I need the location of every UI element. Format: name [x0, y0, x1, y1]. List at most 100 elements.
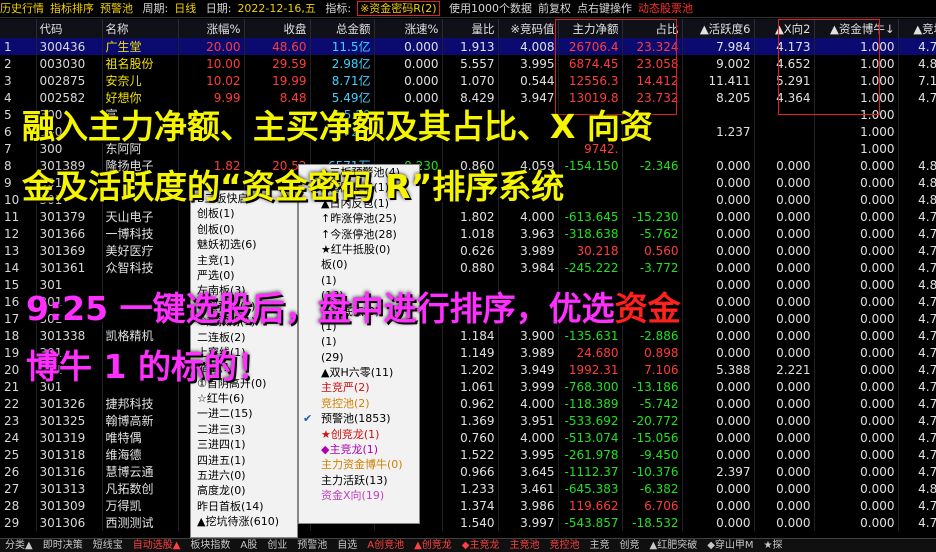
table-row[interactable]: 21 301 1.061 3.999 -768.300 -13.186 0.000 0.000…	[0, 378, 936, 395]
column-header[interactable]: 量比	[442, 19, 499, 38]
menu-item[interactable]: ☆红牛(6)	[191, 391, 297, 406]
sort-button[interactable]: 指标排序	[50, 2, 94, 15]
menu-item[interactable]: ↑今涨停池(28)	[299, 227, 419, 242]
menu-item[interactable]: 高度龙(0)	[191, 483, 297, 498]
table-row[interactable]: 18 301338 凯格精机 1.184 3.900 -135.631 -2.886 0.00…	[0, 327, 936, 344]
bottom-tab[interactable]: 自选	[332, 539, 362, 552]
bottom-tab[interactable]: 即时决策	[38, 539, 88, 552]
table-row[interactable]: 93010.0000.0000.0004.807	[0, 174, 936, 191]
menu-item[interactable]: 板(0)	[299, 257, 419, 272]
table-row[interactable]: 4 002582 好想你 9.99 8.48 5.49亿 0.000 8.429 3.947 13…	[0, 89, 936, 106]
column-header[interactable]: 收盘	[244, 19, 311, 38]
column-header[interactable]: ▲活跃度6	[682, 19, 755, 38]
bottom-tab[interactable]: ★探	[759, 539, 788, 552]
menu-item[interactable]: 昨日首板(14)	[191, 499, 297, 514]
menu-item[interactable]: 三进四(1)	[191, 437, 297, 452]
table-row[interactable]: 11 301379 天山电子 1.802 4.000 -613.645 -15.230 0.0…	[0, 208, 936, 225]
menu-item[interactable]: ①首阴高开(0)	[191, 376, 297, 391]
menu-item[interactable]: 二连板(2)	[191, 330, 297, 345]
table-row[interactable]: 173010.0000.0000.0004.736	[0, 310, 936, 327]
menu-item[interactable]: ★红牛抵股(0)	[299, 242, 419, 257]
column-header[interactable]: 主力净额	[558, 19, 623, 38]
menu-item[interactable]: 竞控池(2)	[299, 396, 419, 411]
column-header[interactable]: ▲资金博牛↓	[814, 19, 899, 38]
bottom-tab[interactable]: 竞控池	[545, 539, 585, 552]
menu-item[interactable]: (1)	[299, 273, 419, 288]
column-header[interactable]: ※竞码值	[498, 19, 559, 38]
bottom-tab[interactable]: A股	[235, 539, 262, 552]
menu-item[interactable]: 二进三(3)	[191, 422, 297, 437]
menu-item[interactable]: 主力资金博牛(0)	[299, 457, 419, 472]
table-row[interactable]: 25 301318 维海德 1.522 3.995 -261.978 -9.450 0.000…	[0, 446, 936, 463]
table-row[interactable]: 14 301361 众智科技 0.880 3.984 -245.222 -3.772 0.00…	[0, 259, 936, 276]
bottom-tab[interactable]: A创竞池	[362, 539, 409, 552]
bottom-tab[interactable]: 主竞	[585, 539, 615, 552]
menu-item[interactable]: (1)	[299, 319, 419, 334]
fq-label[interactable]: 前复权	[538, 2, 571, 15]
column-header[interactable]: 涨速%	[374, 19, 443, 38]
menu-item[interactable]: 一进二(15)	[191, 406, 297, 421]
table-row[interactable]: 103010.0000.0000.0004.816	[0, 191, 936, 208]
table-row[interactable]: 3 002875 安奈儿 10.02 19.99 8.71亿 0.000 1.070 0.544…	[0, 72, 936, 89]
table-row[interactable]: 23 301325 翰博高新 1.369 3.951 -533.692 -20.772 0.0…	[0, 412, 936, 429]
table-row[interactable]: 163010.0000.0000.0004.756	[0, 293, 936, 310]
table-row[interactable]: 5 300 富 5.50 1.000	[0, 106, 936, 123]
menu-item[interactable]: ↑昨涨停池(25)	[299, 211, 419, 226]
bottom-tab[interactable]: ▲红肥突破	[645, 539, 703, 552]
bottom-tab[interactable]: 创竞	[615, 539, 645, 552]
menu-item[interactable]: ◆主竞龙(1)	[299, 442, 419, 457]
bottom-tab[interactable]: 板块指数	[185, 539, 235, 552]
column-header[interactable]	[0, 19, 37, 38]
bottom-tab[interactable]: 自动选股▲	[128, 539, 186, 552]
menu-item[interactable]: 上穿线(1)	[191, 345, 297, 360]
bottom-tab[interactable]: 主竞池	[505, 539, 545, 552]
period-value[interactable]: 日线	[174, 2, 196, 15]
bottom-tab[interactable]: ◆主竞龙	[457, 539, 505, 552]
menu-item[interactable]: 主竞严(2)	[299, 380, 419, 395]
bottom-tab[interactable]: ◆穿山甲M	[702, 539, 758, 552]
table-row[interactable]: 1 300436 广生堂 20.00 48.60 11.5亿 0.000 1.913 4.008…	[0, 38, 936, 55]
table-row[interactable]: 27 301313 凡拓数创 1.233 3.461 -645.383 -6.382 0.00…	[0, 480, 936, 497]
menu-item[interactable]: B三板快启	[191, 191, 297, 206]
column-header[interactable]: 名称	[102, 19, 179, 38]
column-header[interactable]: 占比	[622, 19, 683, 38]
column-header[interactable]: ▲X向2	[754, 19, 815, 38]
table-row[interactable]: 6 300 12.5 1.237 1.000	[0, 123, 936, 140]
table-row[interactable]: 2 003030 祖名股份 10.00 29.59 2.98亿 0.000 5.557 3.99…	[0, 55, 936, 72]
menu-item[interactable]: 五进六(0)	[191, 468, 297, 483]
dynamic-pool-label[interactable]: 动态股票池	[638, 2, 693, 15]
menu-item[interactable]: 魅妖初选(6)	[191, 237, 297, 252]
menu-item[interactable]: ★创竞龙(1)	[299, 427, 419, 442]
menu-item[interactable]: 四进五(1)	[191, 453, 297, 468]
warn-pool-button[interactable]: 预警池	[100, 2, 133, 15]
menu-item[interactable]: ▲首阴反包(1)	[299, 180, 419, 195]
menu-item[interactable]: ▲挖坑待涨(610)	[191, 514, 297, 529]
menu-item[interactable]: 创板(0)	[191, 222, 297, 237]
bottom-tab[interactable]: 创业	[262, 539, 292, 552]
menu-item[interactable]: ▲双H六零(11)	[299, 365, 419, 380]
menu-item[interactable]: 主力活跃(13)	[299, 473, 419, 488]
bottom-tab[interactable]: ▲创竞龙	[409, 539, 457, 552]
column-header[interactable]: 涨幅%	[178, 19, 245, 38]
table-row[interactable]: 7 300 东阿阿 9742. 1.000	[0, 140, 936, 157]
table-row[interactable]: 22 301326 捷邦科技 0.962 4.000 -118.389 -5.742 0.00…	[0, 395, 936, 412]
table-row[interactable]: 29 301306 西测测试 1.540 3.997 -543.857 -18.532 0.0…	[0, 514, 936, 531]
column-header[interactable]: 代码	[36, 19, 103, 38]
table-row[interactable]: 13 301369 美好医疗 0.626 3.989 30.218 0.560 0.000 0.…	[0, 242, 936, 259]
menu-item[interactable]: ①超预期(1)	[191, 314, 297, 329]
table-row[interactable]: 8301389隆扬电子1.8220.526571万-0.2300.8604.05…	[0, 157, 936, 174]
menu-item[interactable]: (29)	[299, 350, 419, 365]
bottom-tab[interactable]: 短线宝	[88, 539, 128, 552]
table-row[interactable]: 28 301309 万得凯 1.374 3.986 119.662 6.706 0.000 0.…	[0, 497, 936, 514]
table-row[interactable]: 12 301366 一博科技 1.018 3.963 -318.638 -5.762 0.00…	[0, 225, 936, 242]
table-row[interactable]: 153010.0000.0000.0004.856	[0, 276, 936, 293]
history-button[interactable]: 历史行情	[0, 2, 44, 15]
menu-item[interactable]: (18)	[299, 288, 419, 303]
menu-item[interactable]: 缩量(1)	[191, 360, 297, 375]
menu-item[interactable]: ★探底点(0)	[299, 304, 419, 319]
menu-item[interactable]: 创板(1)	[191, 206, 297, 221]
bottom-tab[interactable]: 预警池	[292, 539, 332, 552]
table-row[interactable]: 19 301 1.149 3.989 24.680 0.898 0.000 0.000 0.00…	[0, 344, 936, 361]
menu-item[interactable]: 资金X向(19)	[299, 488, 419, 503]
menu-item[interactable]: 主竞(1)	[191, 253, 297, 268]
